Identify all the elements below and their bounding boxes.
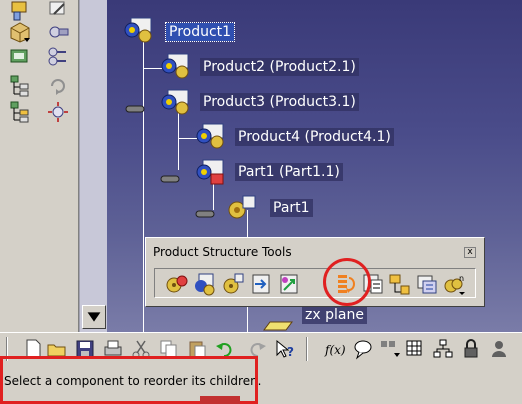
svg-text:n: n xyxy=(459,274,464,283)
replace-component-icon[interactable] xyxy=(277,272,301,296)
left-toolbar xyxy=(0,0,79,332)
view-icon[interactable] xyxy=(378,338,400,360)
existing-component-icon[interactable] xyxy=(249,272,273,296)
offset-icon[interactable] xyxy=(46,44,70,68)
scroll-down-button[interactable] xyxy=(82,305,106,329)
new-product-icon[interactable] xyxy=(193,272,217,296)
close-icon[interactable]: x xyxy=(464,247,476,258)
user-icon[interactable] xyxy=(488,338,510,360)
tree-node-product2[interactable]: Product2 (Product2.1) xyxy=(200,58,359,76)
component-icon[interactable] xyxy=(8,20,32,44)
contact-icon[interactable] xyxy=(8,44,32,68)
tree-node-part1[interactable]: Part1 xyxy=(270,199,313,217)
tree-node-product1[interactable]: Product1 xyxy=(164,22,236,42)
part-icon[interactable] xyxy=(195,158,227,186)
formula-icon[interactable]: f(x) xyxy=(324,338,346,360)
reorder-button-highlight xyxy=(323,258,371,306)
refresh-icon[interactable] xyxy=(46,74,70,98)
multi-instantiation-icon[interactable]: n xyxy=(443,272,467,296)
selective-load-icon[interactable] xyxy=(387,272,411,296)
part-body-icon[interactable] xyxy=(225,194,257,222)
manage-representations-icon[interactable] xyxy=(415,272,439,296)
toolbar-title: Product Structure Tools xyxy=(153,245,292,259)
product-icon[interactable] xyxy=(195,122,227,150)
tree-node-product3[interactable]: Product3 (Product3.1) xyxy=(200,93,359,111)
collapse-icon[interactable] xyxy=(160,168,180,183)
arrow-down-icon xyxy=(87,312,101,322)
constraint-icon[interactable] xyxy=(46,20,70,44)
collapse-icon[interactable] xyxy=(195,203,215,218)
tree-node-part1-instance[interactable]: Part1 (Part1.1) xyxy=(235,163,343,181)
taskbar-strip xyxy=(200,396,240,404)
product-icon[interactable] xyxy=(160,52,192,80)
new-component-icon[interactable] xyxy=(165,272,189,296)
toolbar-button-row: n xyxy=(154,268,476,298)
plane-icon[interactable] xyxy=(262,304,294,332)
tree-node-product4[interactable]: Product4 (Product4.1) xyxy=(235,128,394,146)
whats-this-icon[interactable]: ? xyxy=(274,338,296,360)
network-icon[interactable] xyxy=(432,338,454,360)
tree-structure-icon[interactable] xyxy=(8,100,32,124)
tree-scrollbar[interactable] xyxy=(79,0,107,332)
product-icon[interactable] xyxy=(160,88,192,116)
explode-icon[interactable] xyxy=(46,100,70,124)
svg-text:f(x): f(x) xyxy=(324,343,346,357)
svg-text:?: ? xyxy=(287,345,294,359)
toolbar-separator xyxy=(306,337,308,361)
product-structure-toolbar[interactable]: Product Structure Tools x n xyxy=(145,237,485,307)
tree-connector xyxy=(143,40,144,332)
collapse-icon[interactable] xyxy=(125,98,145,113)
tree-node-zx-plane[interactable]: zx plane xyxy=(302,306,367,324)
tree-connector xyxy=(178,110,179,170)
new-part-icon[interactable] xyxy=(221,272,245,296)
comment-icon[interactable] xyxy=(352,338,374,360)
lock-icon[interactable] xyxy=(460,338,482,360)
table-icon[interactable] xyxy=(404,338,426,360)
tree-icon[interactable] xyxy=(8,74,32,98)
product-icon[interactable] xyxy=(123,16,155,44)
